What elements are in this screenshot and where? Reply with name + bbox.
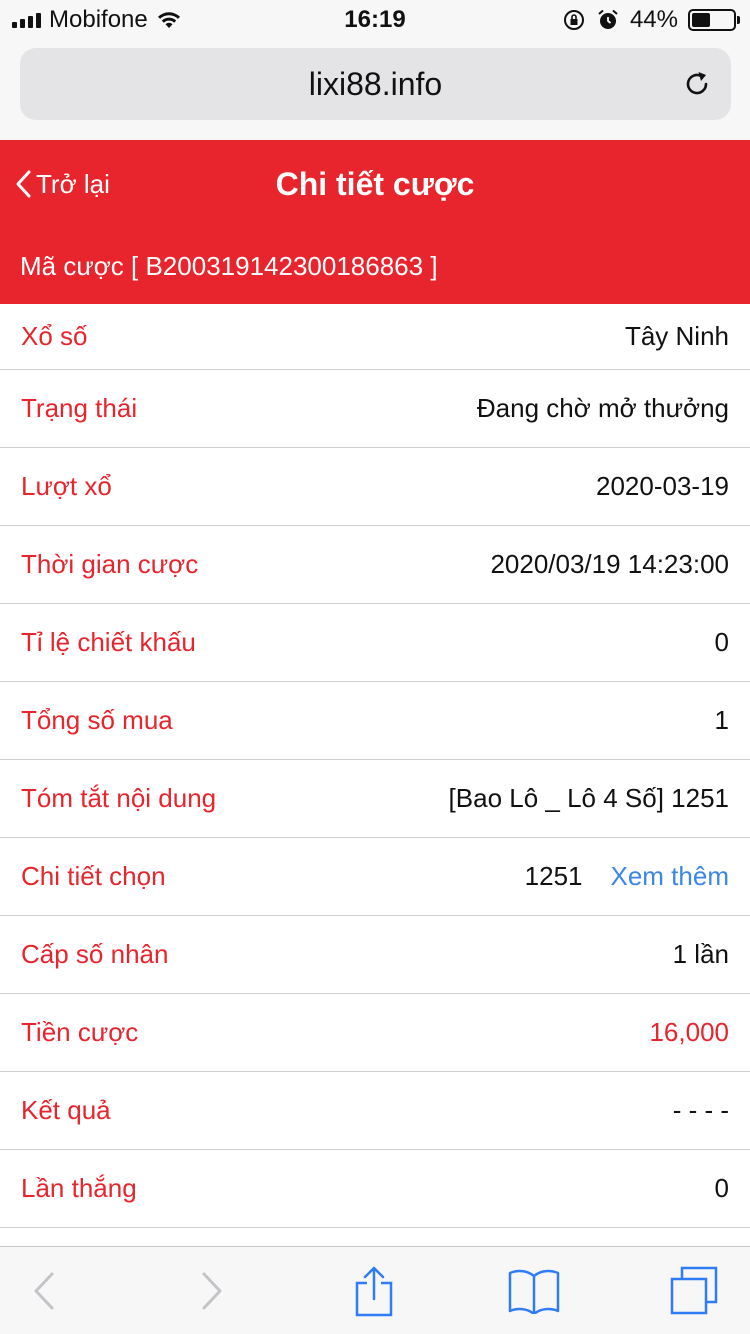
browser-bottom-toolbar bbox=[0, 1246, 750, 1334]
detail-value: 1 lần bbox=[672, 939, 729, 969]
detail-label: Thời gian cược bbox=[21, 549, 199, 579]
detail-value: 1251 bbox=[524, 861, 583, 891]
reload-icon[interactable] bbox=[681, 68, 713, 100]
bookmarks-button[interactable] bbox=[504, 1265, 564, 1317]
battery-icon bbox=[688, 9, 740, 31]
chevron-right-icon bbox=[202, 1272, 222, 1310]
detail-row-total-bought: Tổng số mua 1 bbox=[0, 682, 750, 760]
see-more-link[interactable]: Xem thêm bbox=[611, 861, 730, 892]
detail-row-draw: Lượt xổ 2020-03-19 bbox=[0, 448, 750, 526]
detail-row-multiplier: Cấp số nhân 1 lần bbox=[0, 916, 750, 994]
detail-value: 0 bbox=[714, 1173, 729, 1203]
browser-forward-button[interactable] bbox=[182, 1265, 242, 1317]
detail-row-summary: Tóm tắt nội dung [Bao Lô _ Lô 4 Số] 1251 bbox=[0, 760, 750, 838]
address-bar[interactable]: lixi88.info bbox=[20, 48, 731, 120]
page-title: Chi tiết cược bbox=[275, 166, 475, 202]
detail-label: Tóm tắt nội dung bbox=[21, 783, 217, 813]
bet-code: Mã cược [ B200319142300186863 ] bbox=[20, 251, 438, 281]
detail-row-status: Trạng thái Đang chờ mở thưởng bbox=[0, 370, 750, 448]
detail-row-wins: Lần thắng 0 bbox=[0, 1150, 750, 1228]
page-header: Trở lại Chi tiết cược Mã cược [ B2003191… bbox=[0, 140, 750, 304]
detail-row-bet-time: Thời gian cược 2020/03/19 14:23:00 bbox=[0, 526, 750, 604]
share-button[interactable] bbox=[344, 1265, 404, 1317]
orientation-lock-icon bbox=[563, 10, 584, 30]
book-icon bbox=[508, 1269, 560, 1314]
detail-label: Lần thắng bbox=[21, 1173, 137, 1203]
detail-value: Đang chờ mở thưởng bbox=[476, 393, 729, 423]
detail-value: - - - - bbox=[672, 1095, 729, 1125]
detail-row-discount: Tỉ lệ chiết khấu 0 bbox=[0, 604, 750, 682]
detail-row-result: Kết quả - - - - bbox=[0, 1072, 750, 1150]
detail-label: Trạng thái bbox=[21, 393, 138, 423]
detail-row-selection: Chi tiết chọn 1251 Xem thêm bbox=[0, 838, 750, 916]
alarm-icon bbox=[598, 9, 618, 29]
share-icon bbox=[355, 1266, 393, 1317]
detail-value: 2020/03/19 14:23:00 bbox=[490, 549, 729, 579]
detail-value: 16,000 bbox=[649, 1017, 729, 1047]
detail-value: 2020-03-19 bbox=[596, 471, 729, 501]
detail-label: Kết quả bbox=[21, 1095, 111, 1125]
url-text[interactable]: lixi88.info bbox=[20, 48, 731, 120]
browser-back-button[interactable] bbox=[14, 1265, 74, 1317]
detail-row-amount: Tiền cược 16,000 bbox=[0, 994, 750, 1072]
detail-label: Tỉ lệ chiết khấu bbox=[21, 627, 196, 657]
detail-value: Tây Ninh bbox=[624, 321, 729, 351]
detail-value: 1 bbox=[714, 705, 729, 735]
chevron-left-icon bbox=[34, 1272, 54, 1310]
browser-toolbar: lixi88.info bbox=[0, 40, 750, 140]
detail-value: 0 bbox=[714, 627, 729, 657]
detail-label: Lượt xổ bbox=[21, 471, 112, 501]
detail-row-lottery: Xổ số Tây Ninh bbox=[0, 304, 750, 370]
detail-label: Chi tiết chọn bbox=[21, 861, 166, 891]
battery-percent: 44% bbox=[629, 6, 678, 33]
detail-label: Tổng số mua bbox=[21, 705, 173, 735]
tabs-button[interactable] bbox=[664, 1265, 724, 1317]
detail-label: Xổ số bbox=[21, 321, 88, 351]
tabs-icon bbox=[670, 1266, 718, 1315]
status-bar: Mobifone 16:19 44% bbox=[0, 0, 750, 40]
detail-value: [Bao Lô _ Lô 4 Số] 1251 bbox=[448, 783, 729, 813]
bet-detail-list: Xổ số Tây Ninh Trạng thái Đang chờ mở th… bbox=[0, 304, 750, 1228]
detail-label: Tiền cược bbox=[21, 1017, 139, 1047]
detail-label: Cấp số nhân bbox=[21, 939, 169, 969]
